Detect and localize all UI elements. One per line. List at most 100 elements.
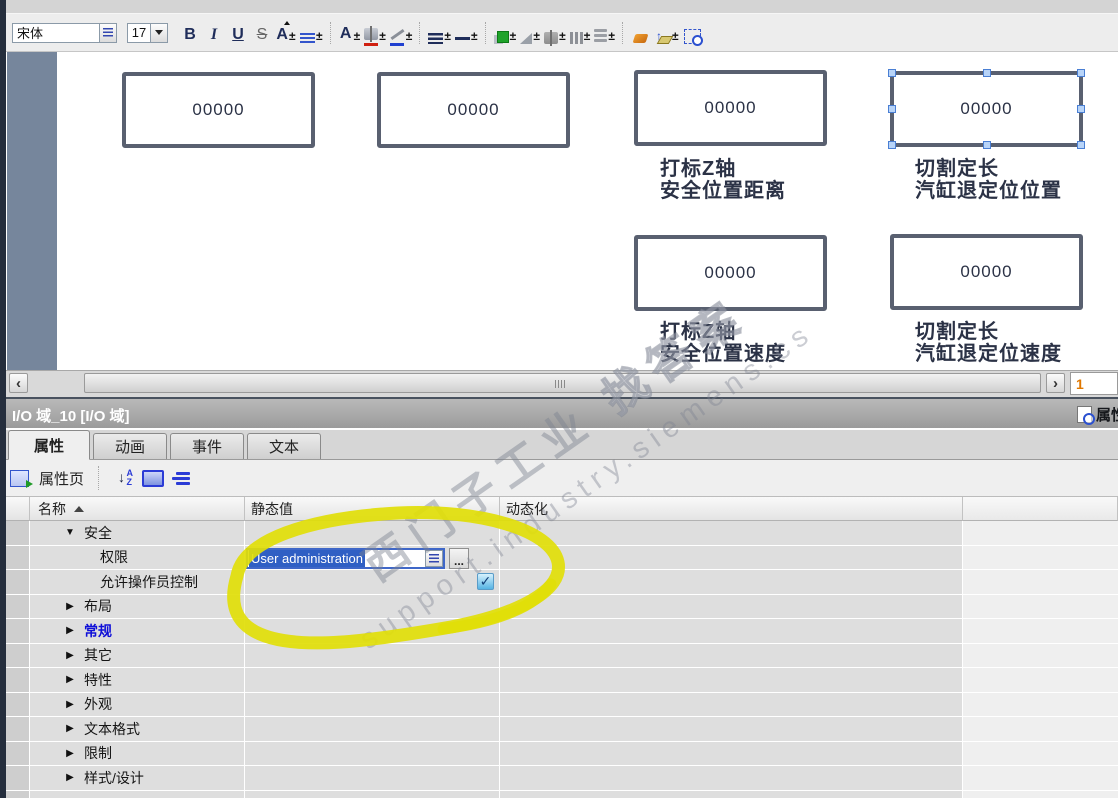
static-value-cell[interactable] bbox=[245, 619, 500, 644]
dynamization-cell[interactable] bbox=[500, 643, 963, 668]
selection-handle-nw[interactable] bbox=[888, 69, 896, 77]
font-name-list-button[interactable] bbox=[100, 22, 117, 43]
property-name-cell[interactable]: ▶ 布局 bbox=[30, 594, 245, 619]
canvas-text-label[interactable]: 打标Z轴 安全位置速度 bbox=[660, 321, 786, 366]
font-name-combo[interactable]: 宋体 bbox=[12, 22, 117, 44]
dropdown-indicator-icon[interactable]: ± bbox=[406, 26, 413, 46]
dropdown-indicator-icon[interactable]: ± bbox=[379, 26, 386, 46]
static-value-cell[interactable]: User administration... bbox=[245, 545, 500, 570]
partial-screen-element[interactable] bbox=[7, 52, 57, 370]
distribute-vertical-button[interactable]: ± bbox=[568, 20, 593, 46]
scroll-right-button[interactable]: › bbox=[1046, 373, 1065, 393]
dynamization-cell[interactable] bbox=[500, 717, 963, 742]
dynamization-cell[interactable] bbox=[500, 741, 963, 766]
column-header-static-value[interactable]: 静态值 bbox=[245, 497, 500, 521]
fill-color-button[interactable]: ± bbox=[492, 20, 519, 46]
dropdown-indicator-icon[interactable]: ± bbox=[510, 26, 517, 46]
dropdown-indicator-icon[interactable]: ± bbox=[584, 26, 591, 46]
dropdown-indicator-icon[interactable]: ± bbox=[559, 26, 566, 46]
screen-canvas[interactable]: 00000 00000 00000 00000 00000 00000 打标Z轴 安全位置距… bbox=[6, 52, 1118, 370]
chevron-right-icon[interactable]: ▶ bbox=[64, 748, 76, 759]
io-field[interactable]: 00000 bbox=[634, 235, 827, 311]
dropdown-indicator-icon[interactable]: ± bbox=[354, 26, 361, 46]
permission-combobox[interactable]: User administration bbox=[246, 547, 445, 569]
properties-button[interactable]: 属性 bbox=[1076, 404, 1118, 425]
io-field-selected[interactable]: 00000 bbox=[888, 69, 1085, 149]
property-name-cell[interactable]: ▶ 常规 bbox=[30, 619, 245, 644]
chevron-right-icon[interactable]: ▶ bbox=[64, 772, 76, 783]
property-name-cell[interactable]: ▶ 样式/设计 bbox=[30, 766, 245, 791]
chevron-right-icon[interactable]: ▶ bbox=[64, 625, 76, 636]
dropdown-indicator-icon[interactable]: ± bbox=[289, 26, 296, 46]
layer-order-button[interactable]: ↑ ± bbox=[653, 20, 681, 46]
chevron-right-icon[interactable]: ▶ bbox=[64, 723, 76, 734]
io-field[interactable]: 00000 bbox=[122, 72, 315, 148]
line-style-button[interactable]: ± bbox=[426, 20, 453, 46]
permission-list-button[interactable] bbox=[425, 549, 443, 567]
column-header-name[interactable]: 名称 bbox=[30, 497, 245, 521]
zoom-selection-button[interactable] bbox=[681, 20, 705, 46]
operator-control-checkbox[interactable]: ✓ bbox=[477, 573, 494, 590]
font-size-dropdown-button[interactable] bbox=[151, 22, 168, 43]
sort-button[interactable]: ↓ A Z bbox=[114, 467, 136, 489]
selection-handle-s[interactable] bbox=[982, 141, 991, 149]
dropdown-indicator-icon[interactable]: ± bbox=[608, 26, 615, 46]
chevron-down-icon[interactable]: ▼ bbox=[64, 527, 76, 538]
property-page-label[interactable]: 属性页 bbox=[39, 468, 84, 489]
static-value-cell[interactable] bbox=[245, 594, 500, 619]
static-value-cell[interactable]: ✓ bbox=[245, 570, 500, 595]
chevron-right-icon[interactable]: ▶ bbox=[64, 699, 76, 710]
dynamization-cell[interactable] bbox=[500, 570, 963, 595]
dropdown-indicator-icon[interactable]: ± bbox=[316, 26, 323, 46]
tab-属性[interactable]: 属性 bbox=[8, 430, 90, 460]
border-color-button[interactable]: ± bbox=[388, 20, 415, 46]
increase-font-size-button[interactable]: A ± bbox=[274, 20, 298, 46]
static-value-cell[interactable] bbox=[245, 521, 500, 546]
dynamization-cell[interactable] bbox=[500, 594, 963, 619]
chevron-right-icon[interactable]: ▶ bbox=[64, 650, 76, 661]
io-field[interactable]: 00000 bbox=[634, 70, 827, 146]
io-field[interactable]: 00000 bbox=[377, 72, 570, 148]
dynamization-cell[interactable] bbox=[500, 545, 963, 570]
tab-文本[interactable]: 文本 bbox=[247, 433, 321, 459]
chevron-right-icon[interactable]: ▶ bbox=[64, 601, 76, 612]
dynamization-cell[interactable] bbox=[500, 521, 963, 546]
dynamization-cell[interactable] bbox=[500, 766, 963, 791]
scrollbar-thumb[interactable] bbox=[84, 373, 1041, 393]
canvas-text-label[interactable]: 切割定长 汽缸退定位位置 bbox=[915, 158, 1062, 203]
dynamization-cell[interactable] bbox=[500, 692, 963, 717]
static-value-cell[interactable] bbox=[245, 717, 500, 742]
dynamization-cell[interactable] bbox=[500, 619, 963, 644]
chevron-right-icon[interactable]: ▶ bbox=[64, 674, 76, 685]
io-field[interactable]: 00000 bbox=[890, 234, 1083, 310]
dropdown-indicator-icon[interactable]: ± bbox=[444, 26, 451, 46]
selection-handle-w[interactable] bbox=[888, 105, 896, 113]
property-name-cell[interactable]: 权限 bbox=[30, 545, 245, 570]
zoom-level-field[interactable]: 1 bbox=[1070, 372, 1118, 395]
dynamization-cell[interactable] bbox=[500, 668, 963, 693]
permission-browse-button[interactable]: ... bbox=[449, 547, 469, 569]
text-align-button[interactable]: ± bbox=[298, 20, 325, 46]
selection-handle-n[interactable] bbox=[982, 69, 991, 77]
property-name-cell[interactable]: ▶ 外观 bbox=[30, 692, 245, 717]
canvas-text-label[interactable]: 切割定长 汽缸退定位速度 bbox=[915, 321, 1062, 366]
scroll-left-button[interactable]: ‹ bbox=[9, 373, 28, 393]
static-value-cell[interactable] bbox=[245, 643, 500, 668]
font-size-combo[interactable]: 17 bbox=[127, 22, 168, 44]
line-weight-button[interactable]: ± bbox=[453, 20, 480, 46]
static-value-cell[interactable] bbox=[245, 692, 500, 717]
canvas-text-label[interactable]: 打标Z轴 安全位置距离 bbox=[660, 158, 786, 203]
underline-button[interactable]: U bbox=[226, 20, 250, 46]
bold-button[interactable]: B bbox=[178, 20, 202, 46]
category-view-button[interactable] bbox=[142, 467, 165, 489]
property-name-cell[interactable]: ▶ 其它 bbox=[30, 643, 245, 668]
static-value-cell[interactable] bbox=[245, 668, 500, 693]
distribute-horizontal-button[interactable]: ± bbox=[592, 20, 617, 46]
horizontal-scrollbar[interactable]: ‹ › 1 bbox=[6, 370, 1118, 397]
font-color-button[interactable]: A ± bbox=[337, 20, 363, 46]
selection-handle-se[interactable] bbox=[1077, 141, 1085, 149]
static-value-cell[interactable] bbox=[245, 766, 500, 791]
italic-button[interactable]: I bbox=[202, 20, 226, 46]
dropdown-indicator-icon[interactable]: ± bbox=[471, 26, 478, 46]
strikethrough-button[interactable]: S bbox=[250, 20, 274, 46]
